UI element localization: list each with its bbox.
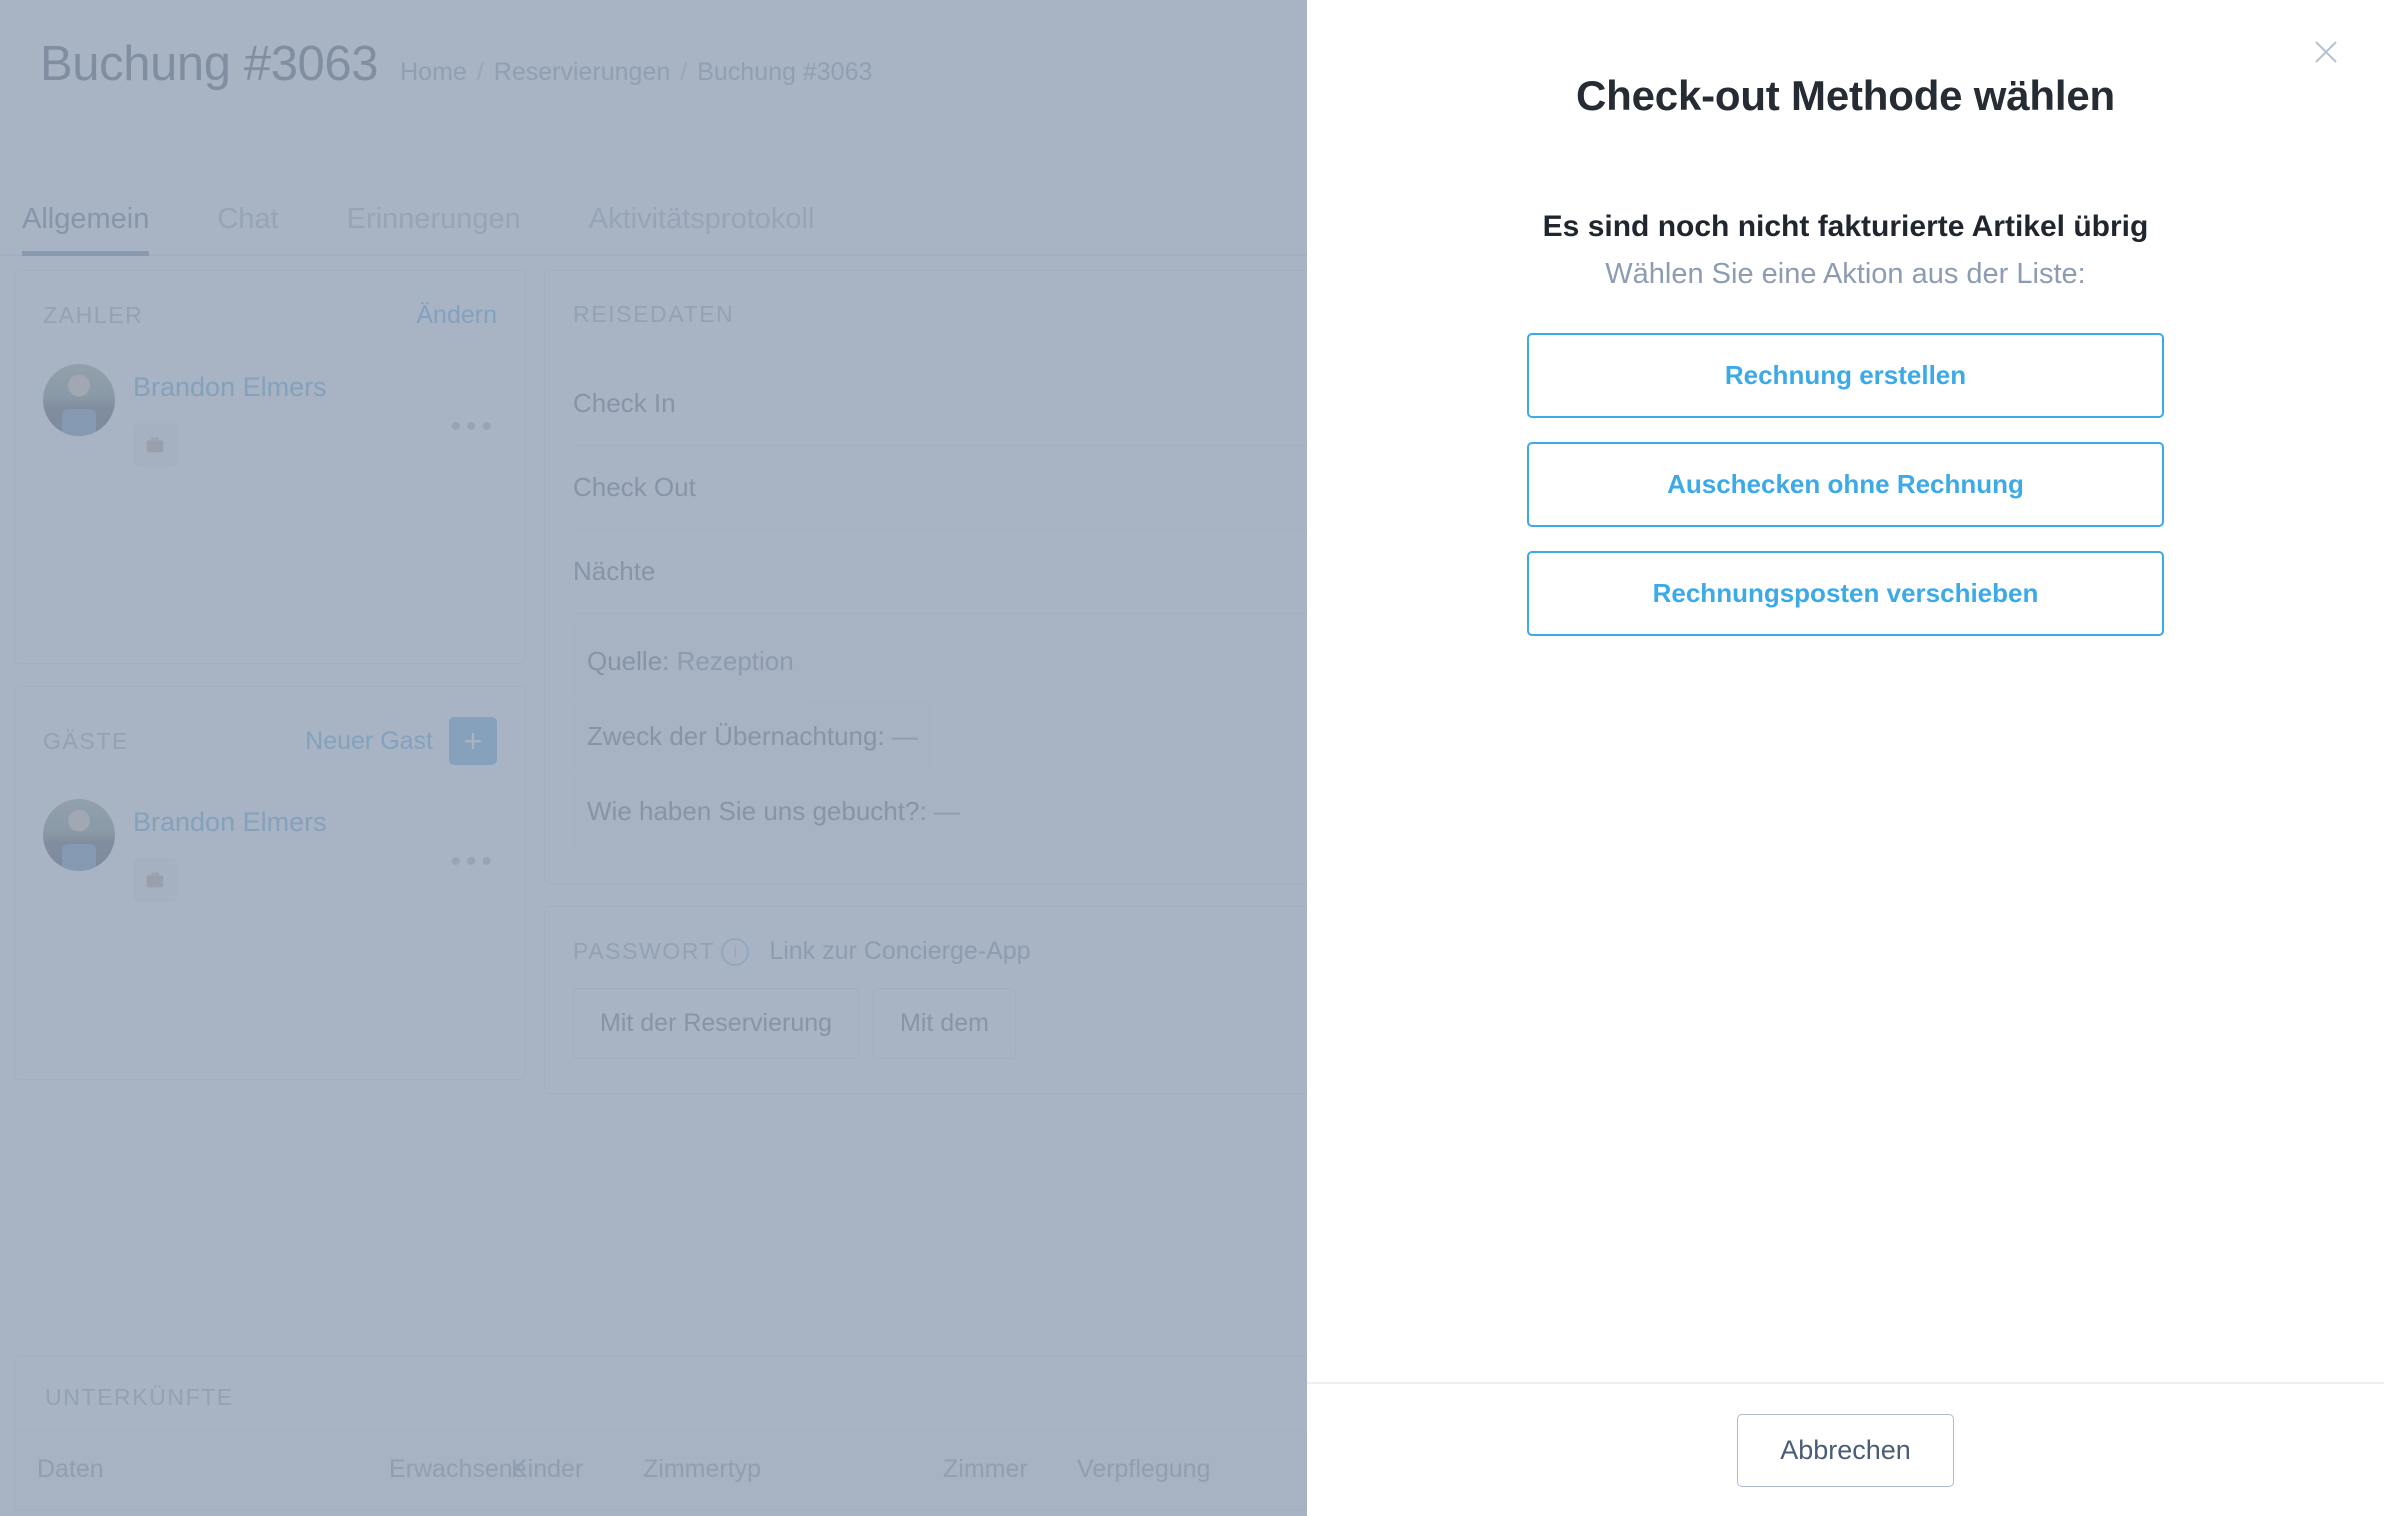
close-icon[interactable]: [2304, 30, 2348, 74]
modal-subtitle: Es sind noch nicht fakturierte Artikel ü…: [1542, 210, 2149, 243]
modal-footer: Abbrechen: [1307, 1382, 2384, 1516]
modal-title: Check-out Methode wählen: [1576, 72, 2115, 119]
cancel-button[interactable]: Abbrechen: [1737, 1413, 1954, 1487]
checkout-without-invoice-button[interactable]: Auschecken ohne Rechnung: [1527, 442, 2164, 527]
checkout-method-modal: Check-out Methode wählen Es sind noch ni…: [1307, 0, 2384, 1516]
modal-body: Check-out Methode wählen Es sind noch ni…: [1307, 0, 2384, 1382]
move-invoice-items-button[interactable]: Rechnungsposten verschieben: [1527, 551, 2164, 636]
create-invoice-button[interactable]: Rechnung erstellen: [1527, 333, 2164, 418]
screen-root: Buchung #3063 Home / Reservierungen / Bu…: [0, 0, 2384, 1516]
modal-hint: Wählen Sie eine Aktion aus der Liste:: [1605, 258, 2086, 290]
checkout-choice-list: Rechnung erstellen Auschecken ohne Rechn…: [1379, 333, 2312, 636]
